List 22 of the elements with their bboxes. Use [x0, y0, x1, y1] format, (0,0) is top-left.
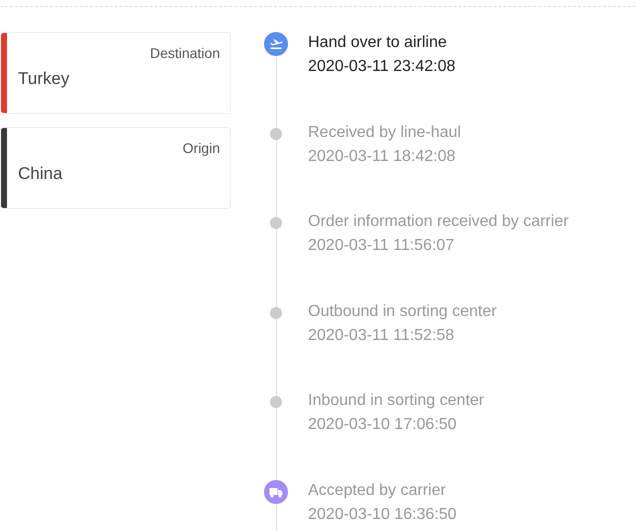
- event-title: Accepted by carrier: [308, 482, 447, 500]
- event-time: 2020-03-11 23:42:08: [308, 58, 456, 76]
- event-time: 2020-03-11 11:52:58: [308, 326, 456, 344]
- event-time: 2020-03-10 16:36:50: [308, 506, 457, 524]
- timeline-dot: [270, 306, 282, 318]
- event-title: Order information received by carrier: [308, 213, 569, 231]
- timeline-dot: [270, 217, 282, 229]
- truck-icon: [264, 480, 288, 504]
- event-time: 2020-03-11 11:56:07: [308, 237, 456, 255]
- event-title: Hand over to airline: [308, 34, 448, 52]
- place-name: China: [18, 164, 64, 184]
- event-title: Inbound in sorting center: [308, 392, 484, 410]
- event-time: 2020-03-10 17:06:50: [308, 416, 458, 434]
- event-title: Outbound in sorting center: [308, 302, 497, 320]
- timeline-dot: [270, 128, 282, 140]
- timeline-dot: [270, 396, 282, 408]
- event-time: 2020-03-11 18:42:08: [308, 148, 456, 166]
- place-name: Turkey: [18, 69, 70, 89]
- airplane-icon: [264, 32, 288, 56]
- place-label: Origin: [182, 140, 220, 156]
- place-label: Destination: [150, 45, 220, 61]
- event-title: Received by line-haul: [308, 124, 461, 142]
